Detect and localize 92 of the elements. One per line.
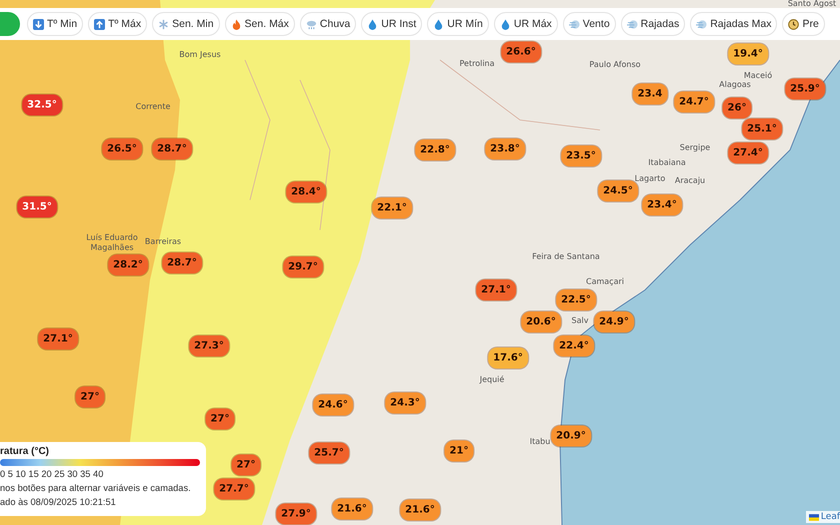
layer-button[interactable]: Rajadas Max	[690, 12, 778, 36]
layer-button[interactable]: Tº Min	[27, 12, 84, 36]
city-label: Camaçari	[586, 277, 624, 286]
temperature-marker[interactable]: 20.6°	[521, 312, 561, 332]
city-label: Corrente	[136, 102, 170, 111]
temperature-marker[interactable]: 27.9°	[276, 504, 316, 524]
city-label: Salv	[572, 316, 588, 325]
wind-icon	[568, 18, 580, 30]
city-label: Luís Eduardo	[86, 233, 138, 242]
layer-button[interactable]: UR Mín	[427, 12, 489, 36]
layer-button[interactable]: Sen. Máx	[224, 12, 295, 36]
city-label: Itabu	[530, 437, 550, 446]
layer-button[interactable]: Pre	[782, 12, 825, 36]
temperature-marker[interactable]: 24.6°	[313, 394, 353, 416]
temperature-marker[interactable]: 27.4°	[728, 142, 768, 164]
city-label: Petrolina	[459, 59, 495, 68]
clock-icon	[788, 18, 800, 30]
city-label: Jequié	[480, 375, 504, 384]
update-time: ado às 08/09/2025 10:21:51	[0, 496, 117, 508]
city-label: Itabaiana	[648, 158, 686, 167]
layer-button[interactable]: Sen. Min	[152, 12, 220, 36]
temperature-marker[interactable]: 27.3°	[189, 336, 229, 356]
temperature-marker[interactable]: 27°	[206, 408, 234, 430]
temperature-marker[interactable]: 21°	[444, 440, 474, 462]
temperature-marker[interactable]: 17.6°	[488, 348, 528, 368]
temperature-marker[interactable]: 25.7°	[309, 442, 349, 464]
temperature-marker[interactable]: 23.8°	[485, 138, 525, 160]
temperature-marker[interactable]: 28.7°	[162, 252, 202, 274]
city-label: Santo Agost	[788, 0, 836, 8]
temperature-marker[interactable]: 21.6°	[332, 498, 372, 520]
temperature-marker[interactable]: 29.7°	[283, 256, 323, 278]
city-label: Alagoas	[719, 80, 751, 89]
temperature-marker[interactable]: 26.6°	[501, 42, 541, 62]
city-label: Aracaju	[674, 176, 706, 185]
temperature-marker[interactable]: 27°	[232, 454, 260, 476]
snowflake-icon	[158, 18, 170, 30]
temperature-marker[interactable]: 25.9°	[785, 78, 825, 100]
temperature-marker[interactable]: 24.5°	[598, 180, 638, 202]
temperature-marker[interactable]: 26.5°	[102, 138, 142, 160]
city-label: Barreiras	[144, 237, 182, 246]
down-arrow-icon	[33, 18, 44, 30]
temperature-marker[interactable]: 24.3°	[385, 392, 425, 414]
temperature-marker[interactable]: 27.7°	[214, 478, 254, 500]
cloud-rain-icon	[306, 18, 317, 30]
layer-button[interactable]: Rajadas	[620, 12, 686, 36]
temperature-marker[interactable]: 19.4°	[728, 44, 768, 64]
temperature-marker[interactable]: 28.7°	[152, 138, 192, 160]
temperature-marker[interactable]: 20.9°	[551, 426, 591, 446]
layer-button[interactable]: UR Inst	[361, 12, 422, 36]
temperature-marker[interactable]: 24.9°	[594, 312, 634, 332]
city-label: Maceió	[744, 71, 772, 80]
temperature-marker[interactable]: 22.4°	[554, 336, 594, 356]
temperature-marker[interactable]: 23.4°	[642, 194, 682, 216]
legend-hint: nos botões para alternar variáveis e camadas.	[0, 482, 192, 494]
layer-button[interactable]: UR Máx	[494, 12, 558, 36]
temperature-marker[interactable]: 23.5°	[561, 146, 601, 166]
temperature-marker[interactable]: 28.4°	[286, 182, 326, 202]
layer-button[interactable]: Vento	[562, 12, 616, 36]
temperature-marker[interactable]: 22.5°	[556, 290, 596, 310]
layer-button[interactable]: Tº Máx	[88, 12, 148, 36]
temperature-marker[interactable]: 23.4	[632, 84, 668, 104]
legend-title: ratura (°C)	[0, 446, 50, 457]
temperature-marker[interactable]: 32.5°	[22, 94, 62, 116]
wind-icon	[696, 18, 708, 30]
attribution-link[interactable]: Leaf	[820, 512, 840, 522]
wind-icon	[626, 18, 638, 30]
city-label: Feira de Santana	[532, 252, 600, 261]
temperature-marker[interactable]: 24.7°	[674, 92, 714, 112]
temperature-marker[interactable]: 21.6°	[400, 500, 440, 520]
temperature-marker[interactable]: 27°	[76, 386, 104, 408]
home-button[interactable]	[0, 12, 20, 36]
temperature-marker[interactable]: 31.5°	[17, 196, 57, 218]
temperature-marker[interactable]: 22.1°	[372, 198, 412, 218]
flag-icon	[808, 514, 819, 520]
water-drop-icon	[433, 18, 444, 30]
city-label: Bom Jesus	[179, 50, 221, 59]
scale-labels: 0 5 10 15 20 25 30 35 40	[0, 468, 104, 480]
water-drop-icon	[367, 18, 378, 30]
temperature-marker[interactable]: 25.1°	[742, 118, 782, 140]
city-label: Paulo Afonso	[589, 60, 641, 69]
temperature-marker[interactable]: 26°	[722, 98, 752, 118]
temperature-marker[interactable]: 27.1°	[476, 280, 516, 300]
temperature-marker[interactable]: 27.1°	[38, 328, 78, 350]
temperature-marker[interactable]: 22.8°	[415, 140, 455, 160]
temperature-marker[interactable]: 28.2°	[108, 254, 148, 276]
city-label: Magalhães	[90, 243, 134, 252]
water-drop-icon	[500, 18, 511, 30]
fire-icon	[230, 18, 242, 30]
city-label: Lagarto	[634, 174, 666, 183]
city-label: Sergipe	[680, 143, 710, 152]
up-arrow-icon	[94, 18, 106, 30]
layer-button[interactable]: Chuva	[300, 12, 356, 36]
